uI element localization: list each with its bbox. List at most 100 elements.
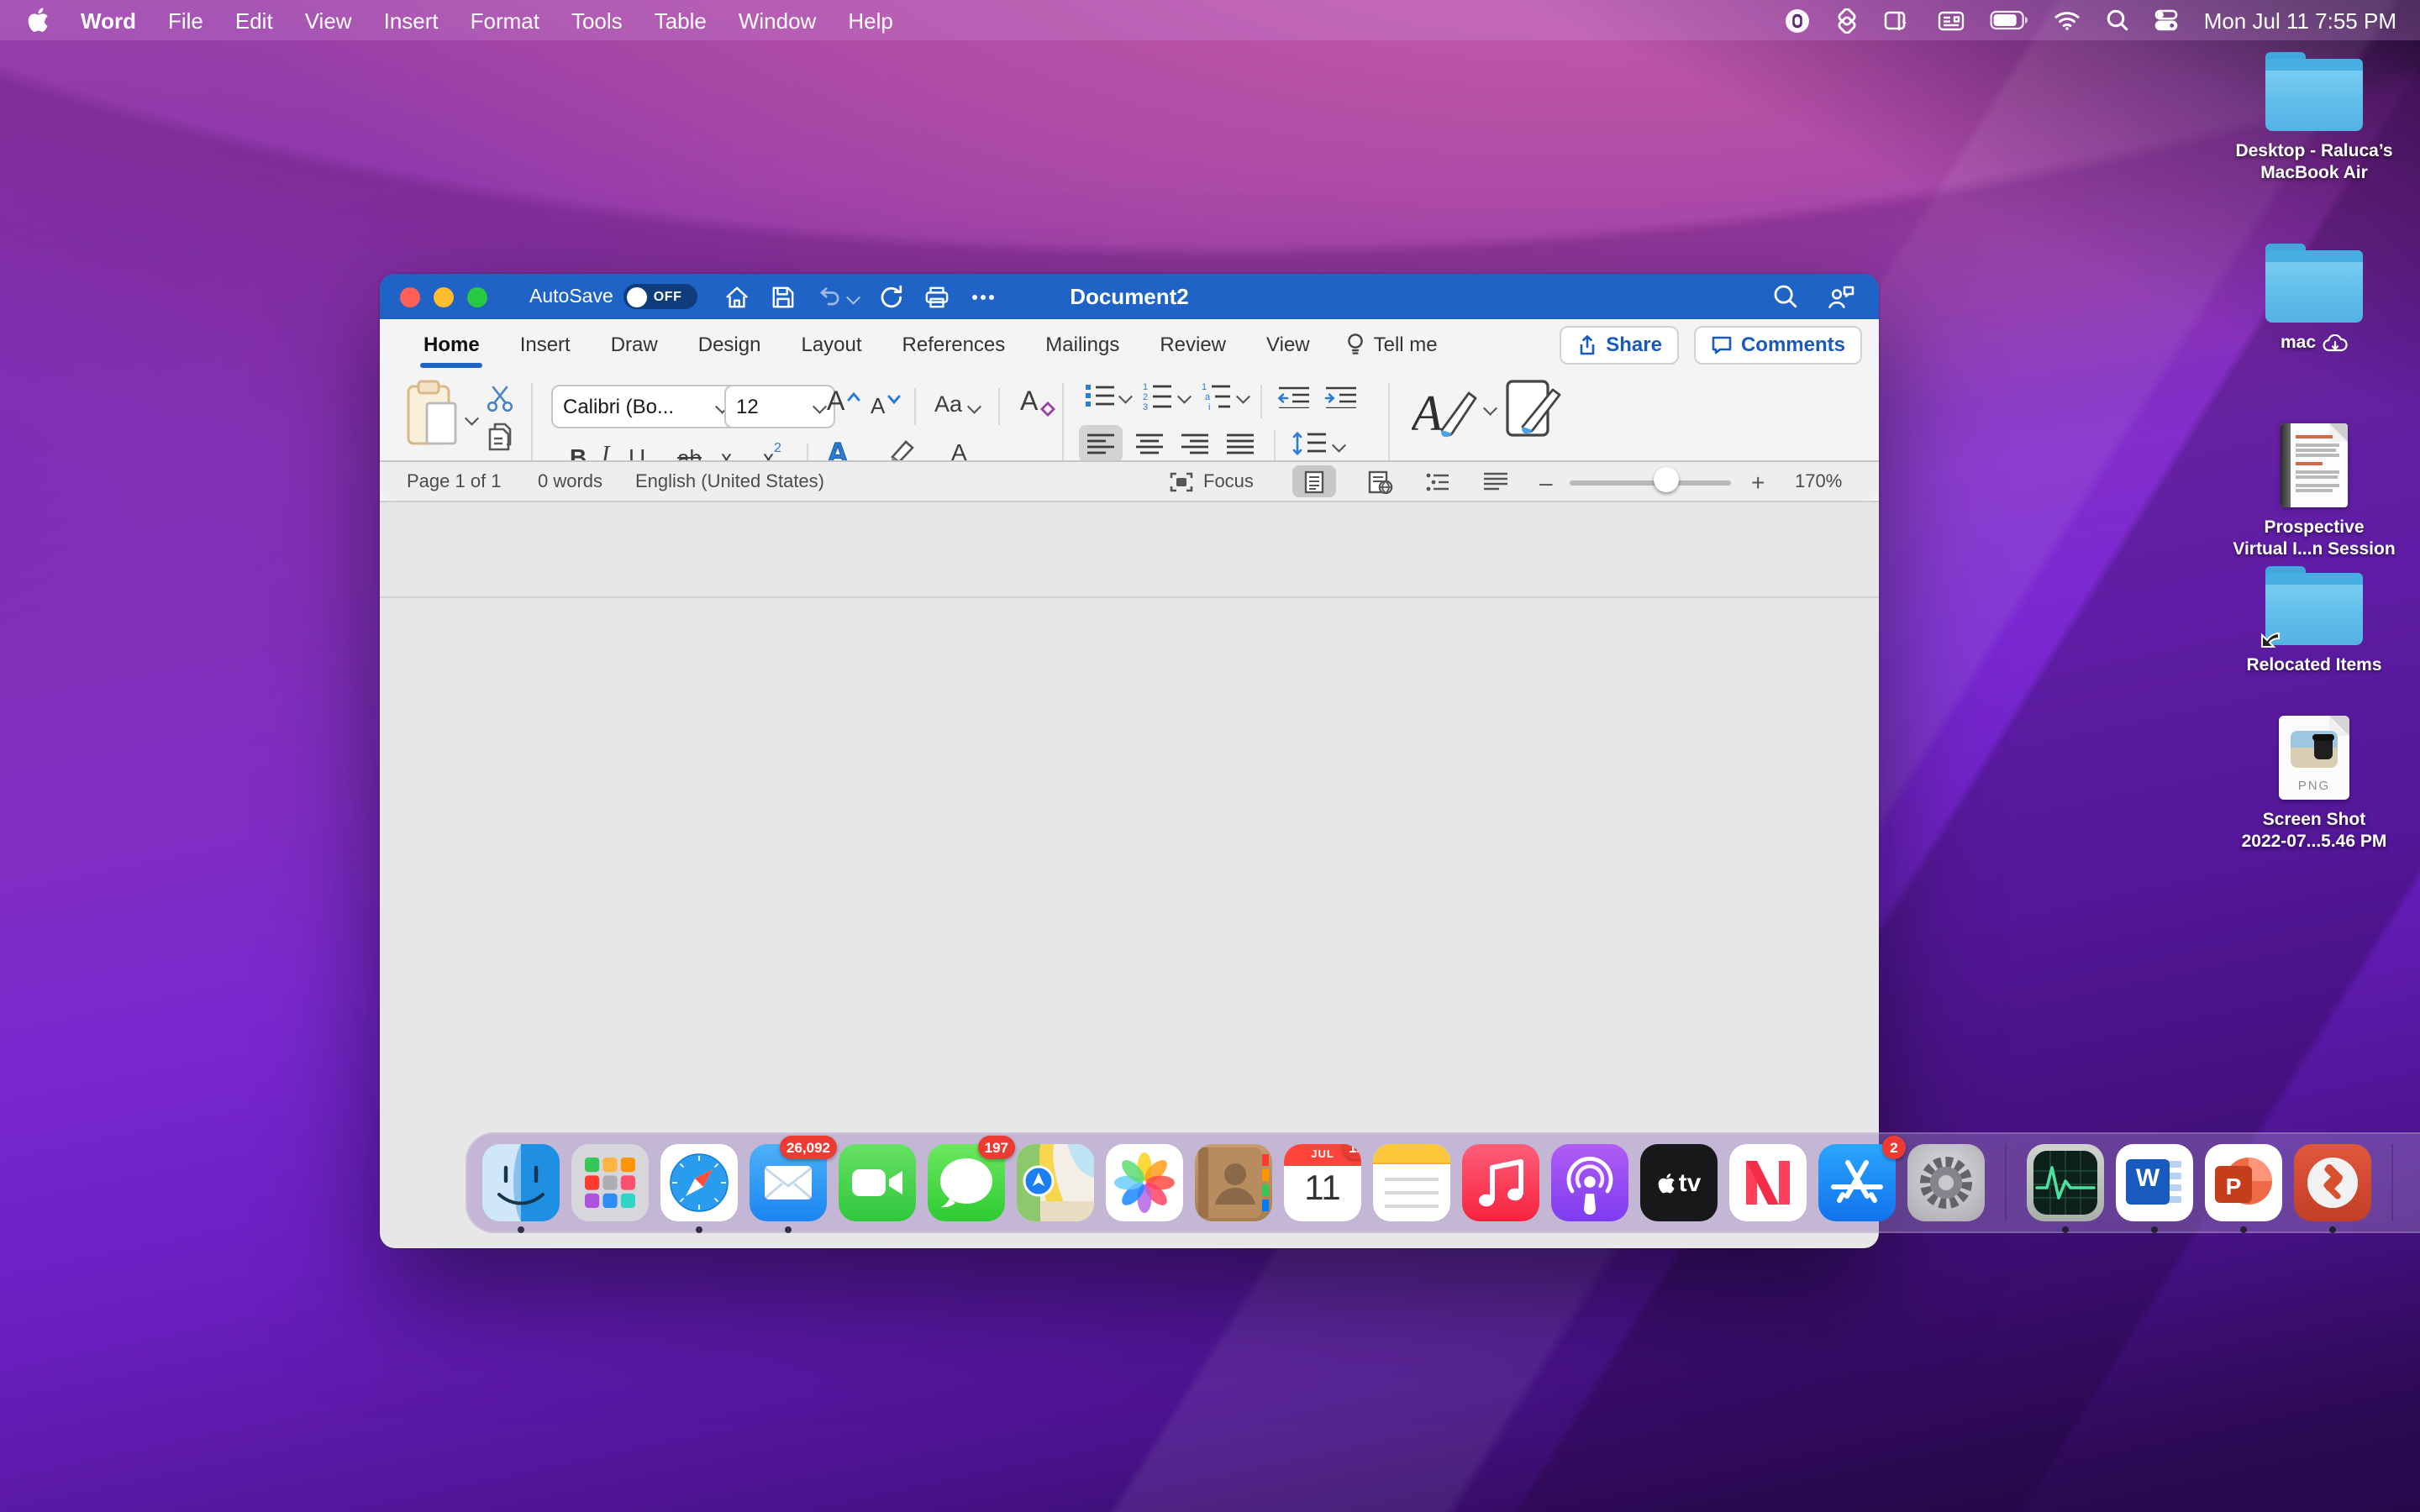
dock-app-word[interactable]: W — [2116, 1144, 2193, 1221]
shrink-font-button[interactable]: A — [871, 393, 900, 418]
font-name-select[interactable]: Calibri (Bo... — [551, 385, 738, 428]
undo-dropdown-chevron-icon[interactable] — [846, 290, 860, 303]
menu-item-tools[interactable]: Tools — [571, 8, 623, 33]
tell-me-button[interactable]: Tell me — [1347, 332, 1438, 357]
styles-pane-button[interactable] — [1506, 380, 1563, 449]
dock-app-tv[interactable]: tv — [1640, 1144, 1718, 1221]
battery-icon[interactable] — [1991, 10, 2029, 30]
zoom-slider-thumb[interactable] — [1654, 467, 1679, 492]
desktop-icon-desktop-folder[interactable]: Desktop - Raluca’sMacBook Air — [2188, 60, 2420, 185]
numbered-list-button[interactable]: 123 — [1143, 381, 1173, 415]
dock-app-system-preferences[interactable] — [1907, 1144, 1985, 1221]
line-spacing-button[interactable] — [1292, 430, 1326, 462]
control-center-icon[interactable] — [2155, 8, 2179, 32]
tab-review[interactable]: Review — [1160, 323, 1226, 366]
dock-app-contacts[interactable] — [1195, 1144, 1272, 1221]
shortcuts-icon[interactable] — [1836, 8, 1860, 33]
tab-design[interactable]: Design — [698, 323, 761, 366]
cut-icon[interactable] — [486, 385, 514, 418]
dock-app-calendar[interactable]: 12 JUL 11 — [1284, 1144, 1361, 1221]
dock-app-launchpad[interactable] — [571, 1144, 649, 1221]
bullet-list-chevron-icon[interactable] — [1119, 390, 1133, 403]
change-case-button[interactable]: Aa — [934, 391, 978, 417]
home-icon[interactable] — [724, 285, 750, 308]
menu-item-window[interactable]: Window — [739, 8, 817, 33]
autosave-toggle[interactable]: OFF — [623, 284, 697, 309]
align-left-button[interactable] — [1087, 433, 1114, 460]
feedback-person-icon[interactable] — [1827, 283, 1855, 310]
menu-item-format[interactable]: Format — [471, 8, 539, 33]
line-spacing-chevron-icon[interactable] — [1333, 438, 1346, 452]
menu-item-insert[interactable]: Insert — [384, 8, 439, 33]
multilevel-list-chevron-icon[interactable] — [1237, 390, 1250, 403]
menu-item-view[interactable]: View — [305, 8, 352, 33]
share-button[interactable]: Share — [1559, 325, 1679, 364]
dock-app-activity-monitor[interactable] — [2027, 1144, 2104, 1221]
minimize-button[interactable] — [434, 286, 454, 307]
dock-app-music[interactable] — [1462, 1144, 1539, 1221]
redo-icon[interactable] — [880, 284, 903, 309]
dock-app-maps[interactable] — [1017, 1144, 1094, 1221]
dock-app-photos[interactable] — [1106, 1144, 1183, 1221]
menu-item-edit[interactable]: Edit — [235, 8, 273, 33]
grow-font-button[interactable]: A — [827, 388, 860, 418]
tab-mailings[interactable]: Mailings — [1045, 323, 1119, 366]
dock-app-remote-desktop[interactable] — [2294, 1144, 2371, 1221]
save-icon[interactable] — [771, 285, 795, 308]
multilevel-list-button[interactable]: 1ai — [1202, 381, 1232, 415]
desktop-icon-relocated-items[interactable]: Relocated Items — [2188, 575, 2420, 677]
bullet-list-button[interactable] — [1086, 383, 1116, 413]
undo-icon[interactable] — [817, 285, 840, 308]
close-button[interactable] — [400, 286, 420, 307]
clear-formatting-button[interactable]: A — [1020, 388, 1055, 418]
copy-icon[interactable] — [487, 422, 514, 459]
numbered-list-chevron-icon[interactable] — [1178, 390, 1192, 403]
menu-bar-clock[interactable]: Mon Jul 11 7:55 PM — [2204, 8, 2396, 33]
paste-button[interactable] — [405, 380, 462, 462]
tab-references[interactable]: References — [902, 323, 1006, 366]
dock-app-mail[interactable]: 26,092 — [750, 1144, 827, 1221]
dock-item-docx-file[interactable]: DOCX — [2413, 1144, 2420, 1221]
language-status[interactable]: English (United States) — [635, 462, 824, 501]
zoom-percent[interactable]: 170% — [1795, 462, 1842, 501]
dock-app-appstore[interactable]: 2 — [1818, 1144, 1896, 1221]
comments-button[interactable]: Comments — [1694, 325, 1862, 364]
dock-app-safari[interactable] — [660, 1144, 738, 1221]
styles-button[interactable]: A — [1412, 380, 1479, 449]
search-icon[interactable] — [1773, 284, 1798, 309]
display-sidecar-icon[interactable] — [1885, 9, 1913, 31]
desktop-icon-prospective-doc[interactable]: ProspectiveVirtual I...n Session — [2188, 423, 2420, 561]
desktop-icon-mac-folder[interactable]: mac — [2188, 252, 2420, 354]
outline-view-button[interactable] — [1415, 465, 1459, 497]
zoom-in-button[interactable]: + — [1751, 462, 1765, 501]
word-count-status[interactable]: 0 words — [538, 462, 602, 501]
dock-app-news[interactable] — [1729, 1144, 1807, 1221]
menu-item-help[interactable]: Help — [848, 8, 893, 33]
menu-item-table[interactable]: Table — [655, 8, 707, 33]
dock-app-powerpoint[interactable]: P — [2205, 1144, 2282, 1221]
more-toolbar-icon[interactable] — [972, 293, 996, 300]
print-icon[interactable] — [925, 285, 950, 308]
tab-home[interactable]: Home — [424, 323, 480, 366]
zoom-button[interactable] — [467, 286, 487, 307]
tab-layout[interactable]: Layout — [801, 323, 861, 366]
paste-dropdown-chevron-icon[interactable] — [466, 412, 479, 425]
zoom-out-button[interactable]: – — [1539, 462, 1553, 501]
draft-view-button[interactable] — [1474, 465, 1518, 497]
document-area[interactable] — [380, 596, 1879, 598]
tab-view[interactable]: View — [1266, 323, 1310, 366]
increase-indent-button[interactable] — [1324, 385, 1358, 413]
menu-item-file[interactable]: File — [168, 8, 203, 33]
styles-chevron-icon[interactable] — [1484, 402, 1497, 415]
spotlight-search-icon[interactable] — [2107, 8, 2130, 32]
web-layout-view-button[interactable] — [1358, 465, 1402, 497]
focus-button[interactable]: Focus — [1170, 462, 1254, 501]
justify-button[interactable] — [1227, 433, 1254, 460]
dock-app-facetime[interactable] — [839, 1144, 916, 1221]
decrease-indent-button[interactable] — [1277, 385, 1311, 413]
page-count-status[interactable]: Page 1 of 1 — [407, 462, 502, 501]
wifi-icon[interactable] — [2054, 10, 2081, 30]
align-center-button[interactable] — [1136, 433, 1163, 460]
dock-app-notes[interactable] — [1373, 1144, 1450, 1221]
menu-app-name[interactable]: Word — [81, 8, 136, 33]
